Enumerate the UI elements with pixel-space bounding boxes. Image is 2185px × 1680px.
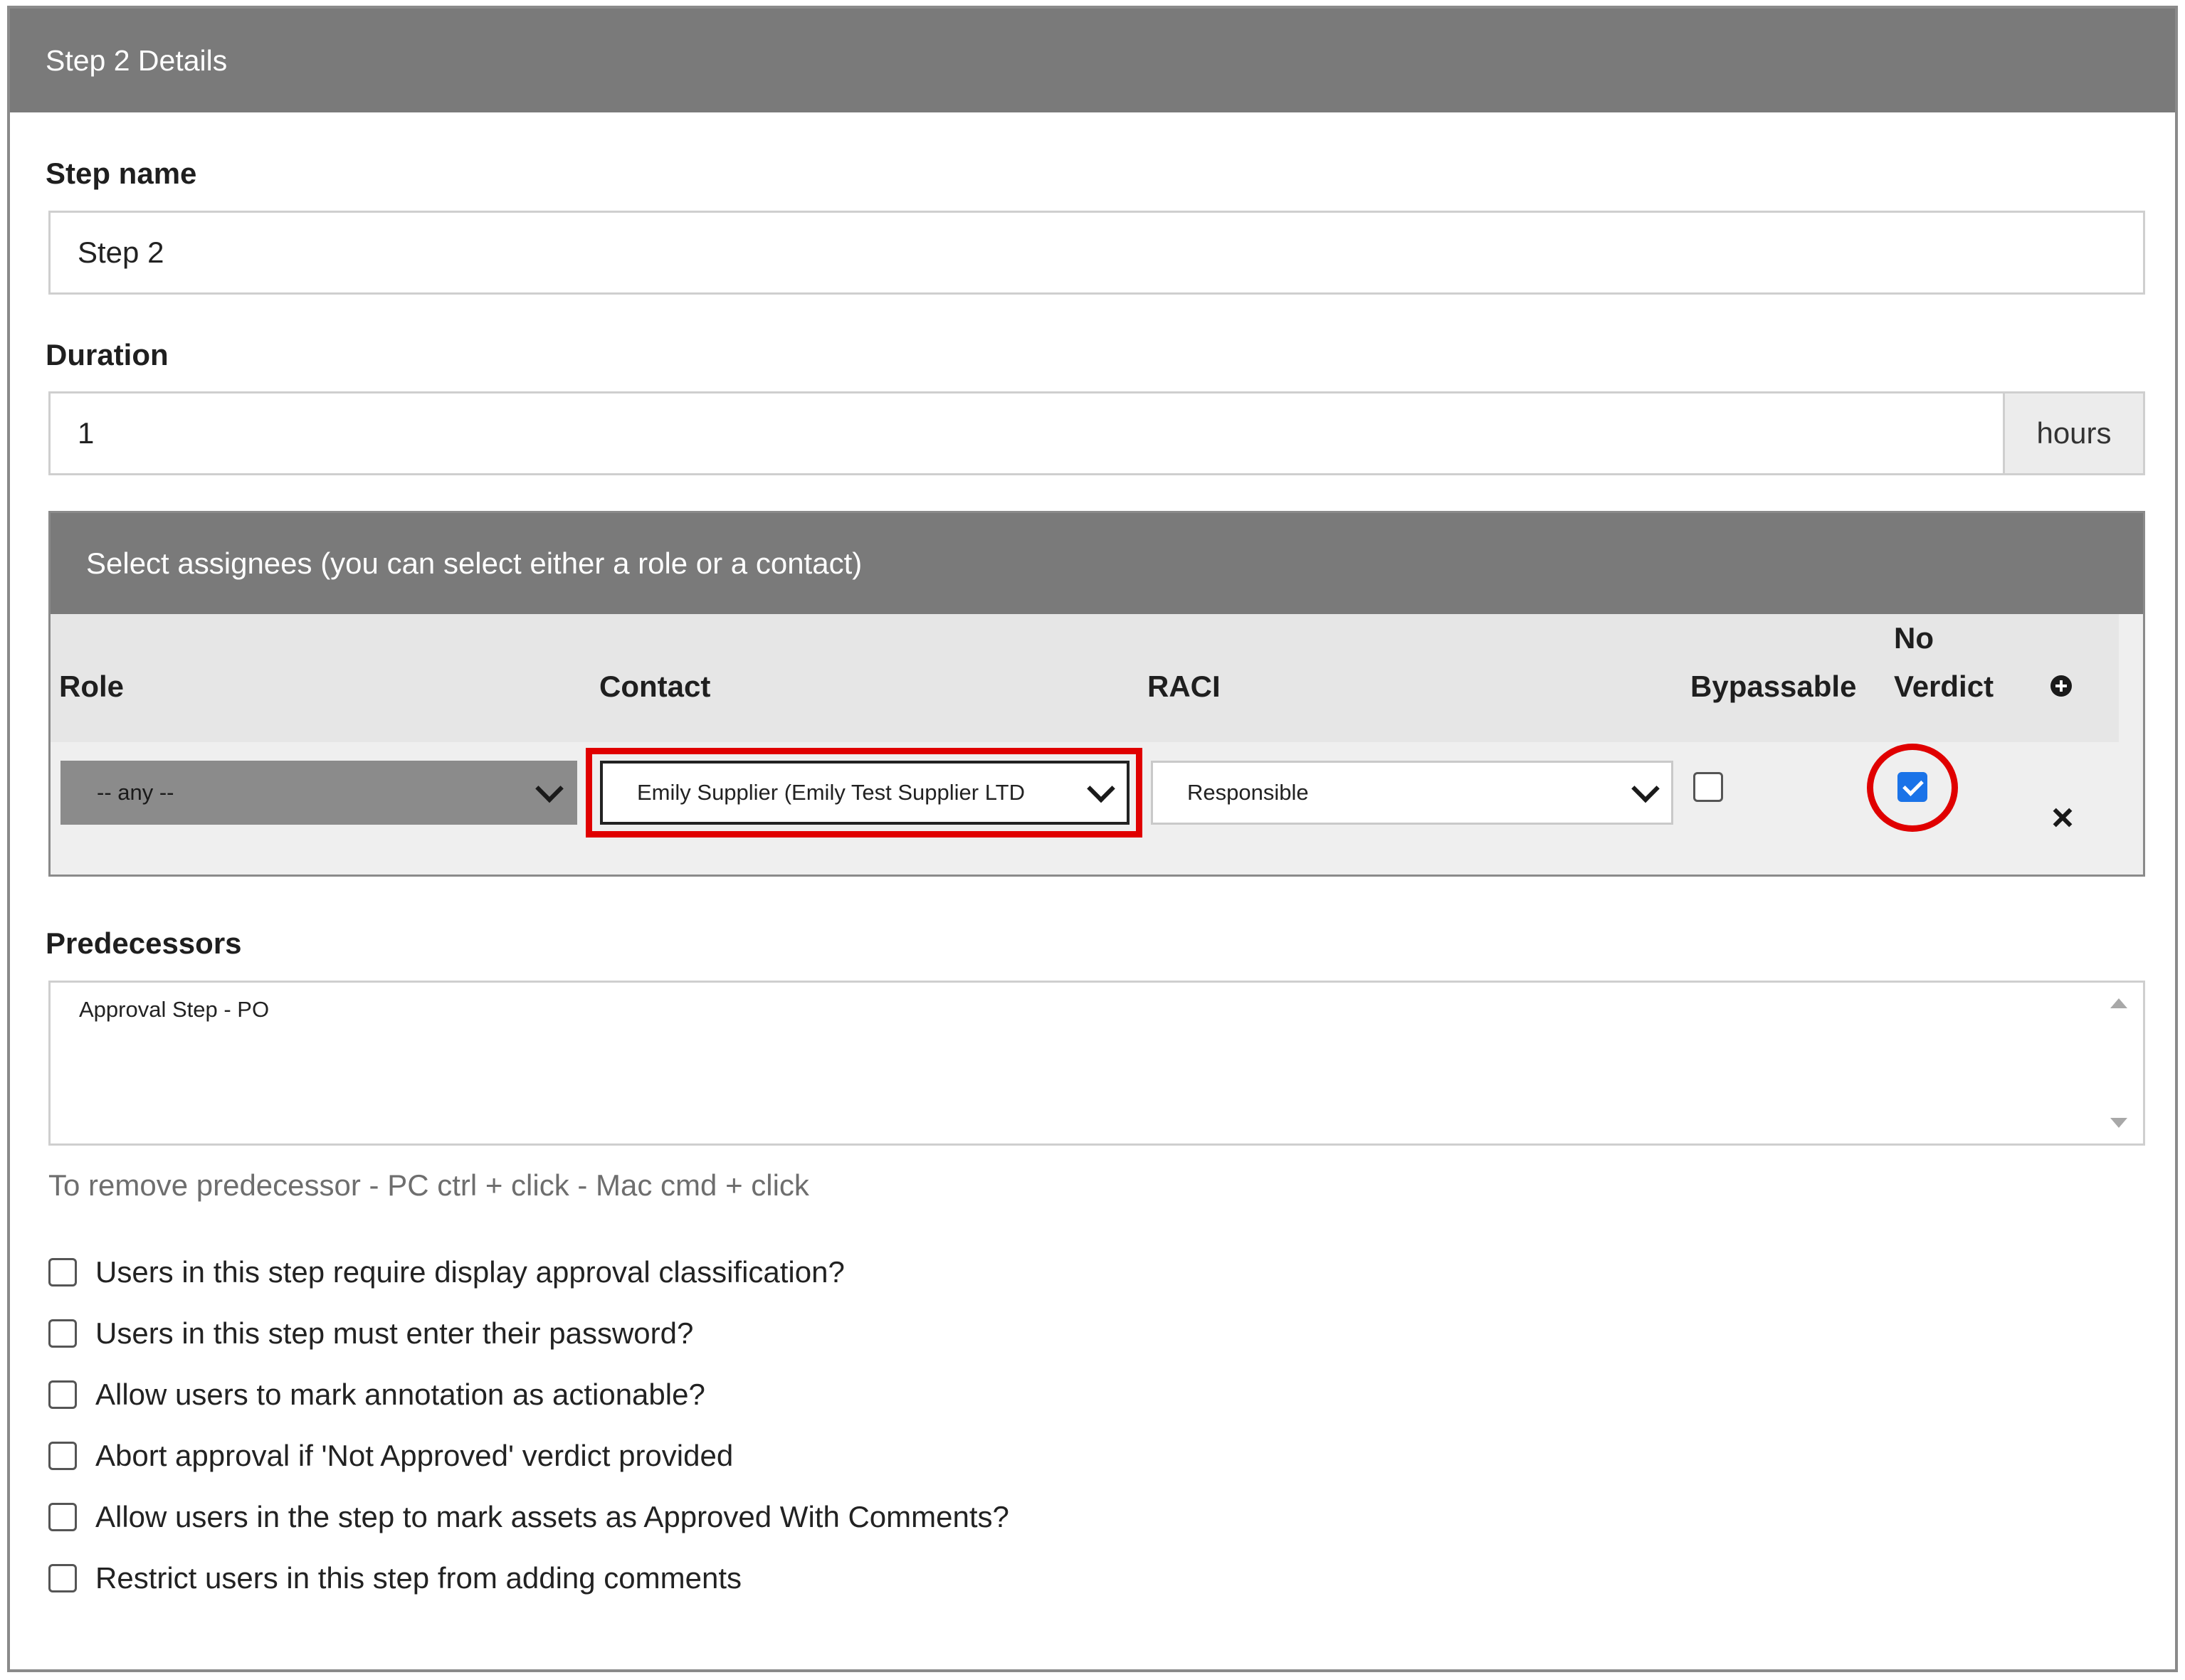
remove-assignee-icon[interactable] (2053, 808, 2073, 828)
raci-select[interactable]: Responsible (1151, 761, 1673, 825)
option-checkbox[interactable] (48, 1380, 77, 1409)
predecessors-helper-text: To remove predecessor - PC ctrl + click … (48, 1168, 809, 1202)
option-enter-password[interactable]: Users in this step must enter their pass… (48, 1316, 693, 1351)
column-no-verdict-line1: No (1894, 621, 1934, 655)
duration-value: 1 (78, 416, 95, 450)
predecessors-listbox[interactable]: Approval Step - PO (48, 981, 2145, 1146)
assignees-header: Select assignees (you can select either … (51, 513, 2143, 614)
option-checkbox[interactable] (48, 1258, 77, 1287)
option-checkbox[interactable] (48, 1564, 77, 1592)
column-contact: Contact (599, 670, 711, 703)
step-name-input[interactable]: Step 2 (48, 211, 2145, 295)
scroll-down-icon[interactable] (2110, 1118, 2127, 1128)
duration-label: Duration (46, 338, 169, 371)
no-verdict-highlight-circle (1867, 744, 1958, 832)
option-checkbox[interactable] (48, 1503, 77, 1531)
step-name-label: Step name (46, 157, 197, 190)
option-approved-with-comments[interactable]: Allow users in the step to mark assets a… (48, 1500, 1009, 1534)
option-label: Allow users to mark annotation as action… (95, 1378, 705, 1411)
predecessor-option[interactable]: Approval Step - PO (79, 997, 269, 1023)
chevron-down-icon (1631, 774, 1660, 803)
duration-unit-addon: hours (2003, 391, 2145, 475)
option-label: Users in this step require display appro… (95, 1255, 845, 1289)
add-assignee-icon[interactable] (2050, 675, 2072, 697)
option-label: Users in this step must enter their pass… (95, 1316, 694, 1350)
scroll-up-icon[interactable] (2110, 998, 2127, 1008)
step-name-value: Step 2 (78, 236, 164, 269)
option-label: Allow users in the step to mark assets a… (95, 1500, 1009, 1533)
bypassable-checkbox[interactable] (1693, 772, 1723, 802)
option-display-classification[interactable]: Users in this step require display appro… (48, 1255, 845, 1289)
chevron-down-icon (535, 774, 564, 803)
duration-input[interactable]: 1 (48, 391, 2006, 475)
step-details-panel: Step 2 Details Step name Step 2 Duration… (7, 6, 2178, 1672)
option-label: Abort approval if 'Not Approved' verdict… (95, 1439, 734, 1472)
option-abort-not-approved[interactable]: Abort approval if 'Not Approved' verdict… (48, 1439, 733, 1473)
role-select-value: -- any -- (97, 780, 174, 805)
option-checkbox[interactable] (48, 1442, 77, 1470)
contact-highlight-box (586, 748, 1142, 838)
option-annotation-actionable[interactable]: Allow users to mark annotation as action… (48, 1378, 705, 1412)
column-no-verdict-line2: Verdict (1894, 670, 1994, 703)
option-restrict-comments[interactable]: Restrict users in this step from adding … (48, 1561, 742, 1595)
panel-title: Step 2 Details (10, 9, 2175, 112)
raci-select-value: Responsible (1187, 780, 1309, 805)
option-label: Restrict users in this step from adding … (95, 1561, 742, 1595)
option-checkbox[interactable] (48, 1319, 77, 1348)
column-bypassable: Bypassable (1690, 670, 1857, 703)
role-select[interactable]: -- any -- (60, 761, 577, 825)
assignees-section: Select assignees (you can select either … (48, 511, 2145, 877)
column-role: Role (59, 670, 125, 703)
predecessors-label: Predecessors (46, 926, 242, 960)
column-raci: RACI (1147, 670, 1221, 703)
